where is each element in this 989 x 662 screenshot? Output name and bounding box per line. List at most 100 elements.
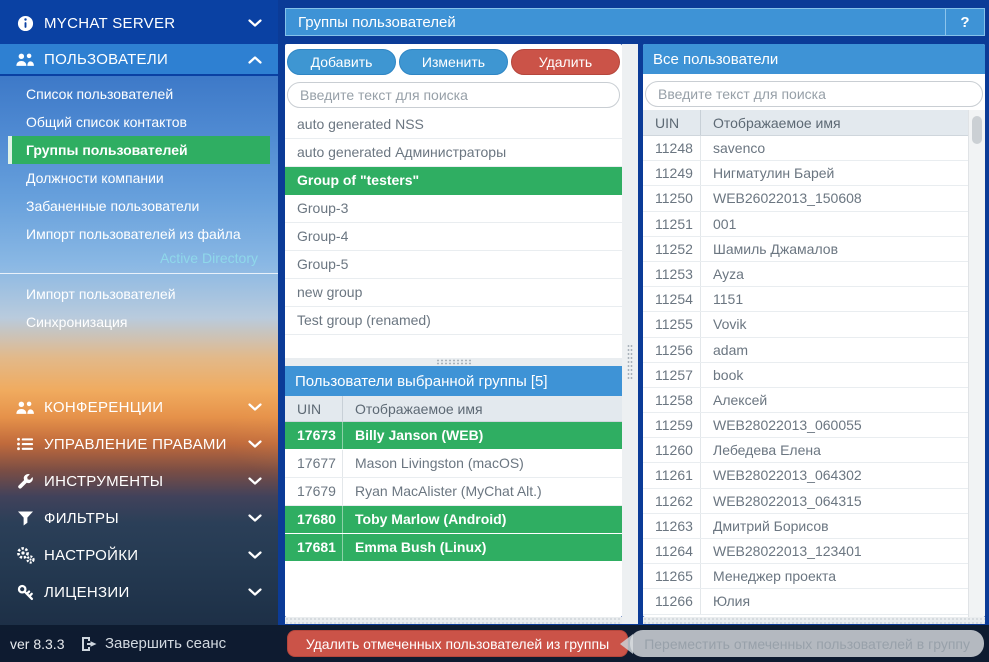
cell-uin: 11248 xyxy=(643,136,701,160)
sidebar-menu-item[interactable]: Общий список контактов xyxy=(0,108,278,136)
resize-strip[interactable] xyxy=(285,617,622,624)
resize-strip[interactable] xyxy=(643,617,985,624)
key-icon xyxy=(14,584,36,601)
group-list-item[interactable]: Group-3 xyxy=(285,195,622,223)
table-row[interactable]: 11259 WEB28022013_060055 xyxy=(643,413,968,438)
chevron-down-icon xyxy=(248,403,262,412)
table-row[interactable]: 11251 001 xyxy=(643,212,968,237)
table-row[interactable]: 11264 WEB28022013_123401 xyxy=(643,539,968,564)
group-users-header: Пользователи выбранной группы [5] xyxy=(285,366,622,396)
table-row[interactable]: 11250 WEB26022013_150608 xyxy=(643,186,968,211)
table-row[interactable]: 17679 Ryan MacAlister (MyChat Alt.) xyxy=(285,478,622,506)
cell-uin: 11259 xyxy=(643,413,701,437)
chevron-down-icon xyxy=(248,588,262,597)
table-row[interactable]: 11252 Шамиль Джамалов xyxy=(643,237,968,262)
page-title: Группы пользователей xyxy=(286,14,945,31)
remove-users-from-group-button[interactable]: Удалить отмеченных пользователей из груп… xyxy=(287,630,628,657)
group-list-item[interactable]: Group-4 xyxy=(285,223,622,251)
table-row[interactable]: 17677 Mason Livingston (macOS) xyxy=(285,450,622,478)
table-row[interactable]: 11258 Алексей xyxy=(643,388,968,413)
cell-name: WEB28022013_123401 xyxy=(701,539,968,563)
table-row[interactable]: 11265 Менеджер проекта xyxy=(643,564,968,589)
table-row[interactable]: 17681 Emma Bush (Linux) xyxy=(285,534,622,562)
group-list-item[interactable]: new group xyxy=(285,279,622,307)
sidebar-ad-menu: Импорт пользователей Синхронизация xyxy=(0,280,278,336)
panel-filler xyxy=(285,562,622,617)
groups-search-input[interactable] xyxy=(287,82,620,108)
sidebar-menu-item[interactable]: Импорт пользователей xyxy=(0,280,278,308)
all-users-search-input[interactable] xyxy=(645,81,983,107)
delete-group-button[interactable]: Удалить xyxy=(511,49,620,75)
vertical-splitter[interactable] xyxy=(622,44,638,624)
cell-uin: 11266 xyxy=(643,589,701,613)
group-list-item[interactable]: auto generated Администраторы xyxy=(285,139,622,167)
table-header: UIN Отображаемое имя xyxy=(285,396,622,422)
table-row[interactable]: 11260 Лебедева Елена xyxy=(643,438,968,463)
column-header-name[interactable]: Отображаемое имя xyxy=(343,401,622,417)
column-header-uin[interactable]: UIN xyxy=(285,396,343,421)
column-header-uin[interactable]: UIN xyxy=(643,110,701,135)
group-users-table: UIN Отображаемое имя 17673 Billy Janson … xyxy=(285,396,622,562)
chevron-down-icon xyxy=(248,440,262,449)
table-row[interactable]: 11257 book xyxy=(643,363,968,388)
group-list-item[interactable]: Group of "testers" xyxy=(285,167,622,195)
sidebar-item-conferences[interactable]: КОНФЕРЕНЦИИ xyxy=(0,392,278,422)
group-list-item[interactable]: Test group (renamed) xyxy=(285,307,622,335)
sidebar-item-label: НАСТРОЙКИ xyxy=(44,547,248,564)
group-users-rows: 17673 Billy Janson (WEB) 17677 Mason Liv… xyxy=(285,422,622,562)
cell-name: Юлия xyxy=(701,589,968,613)
sidebar-menu-item[interactable]: Должности компании xyxy=(0,164,278,192)
table-row[interactable]: 17673 Billy Janson (WEB) xyxy=(285,422,622,450)
sidebar-menu-item[interactable]: Список пользователей xyxy=(0,80,278,108)
cell-name: WEB28022013_060055 xyxy=(701,413,968,437)
sidebar-item-mychat-server[interactable]: MYCHAT SERVER xyxy=(0,6,278,40)
table-row[interactable]: 11262 WEB28022013_064315 xyxy=(643,489,968,514)
sidebar-menu-item[interactable]: Забаненные пользователи xyxy=(0,192,278,220)
cell-name: Шамиль Джамалов xyxy=(701,237,968,261)
logout-button[interactable]: Завершить сеанс xyxy=(80,625,226,662)
sidebar-item-settings[interactable]: НАСТРОЙКИ xyxy=(0,540,278,570)
cell-uin: 11251 xyxy=(643,212,701,236)
sidebar-item-users-section[interactable]: ПОЛЬЗОВАТЕЛИ xyxy=(0,44,278,74)
scrollbar-thumb[interactable] xyxy=(972,116,982,144)
version-label: ver 8.3.3 xyxy=(10,625,64,662)
table-row[interactable]: 11256 adam xyxy=(643,338,968,363)
cell-uin: 17677 xyxy=(285,450,343,477)
table-row[interactable]: 11261 WEB28022013_064302 xyxy=(643,463,968,488)
table-row[interactable]: 11249 Нигматулин Барей xyxy=(643,161,968,186)
table-row[interactable]: 11248 savenco xyxy=(643,136,968,161)
table-row[interactable]: 11263 Дмитрий Борисов xyxy=(643,514,968,539)
help-button[interactable]: ? xyxy=(945,9,984,35)
sidebar-item-rights-management[interactable]: УПРАВЛЕНИЕ ПРАВАМИ xyxy=(0,429,278,459)
horizontal-splitter[interactable] xyxy=(285,358,622,366)
wrench-icon xyxy=(14,473,36,490)
table-row[interactable]: 11253 Ayza xyxy=(643,262,968,287)
group-list-item[interactable]: Group-5 xyxy=(285,251,622,279)
table-row[interactable]: 17680 Toby Marlow (Android) xyxy=(285,506,622,534)
group-list-item[interactable]: auto generated NSS xyxy=(285,111,622,139)
sidebar-item-tools[interactable]: ИНСТРУМЕНТЫ xyxy=(0,466,278,496)
sidebar-menu-item[interactable]: Импорт пользователей из файла xyxy=(0,220,278,248)
cell-uin: 11256 xyxy=(643,338,701,362)
sidebar-item-label: ФИЛЬТРЫ xyxy=(44,510,248,527)
table-row[interactable]: 11266 Юлия xyxy=(643,589,968,614)
cell-uin: 17679 xyxy=(285,478,343,505)
active-directory-label: Active Directory xyxy=(160,250,258,266)
group-list: auto generated NSS auto generated Админи… xyxy=(285,111,622,358)
groups-toolbar: Добавить Изменить Удалить xyxy=(285,44,622,75)
sidebar-item-licenses[interactable]: ЛИЦЕНЗИИ xyxy=(0,577,278,607)
vertical-scrollbar[interactable] xyxy=(968,110,985,617)
sidebar-menu-item[interactable]: Группы пользователей xyxy=(8,136,270,164)
add-group-button[interactable]: Добавить xyxy=(287,49,396,75)
table-row[interactable]: 11255 Vovik xyxy=(643,312,968,337)
sidebar-menu-item[interactable]: Синхронизация xyxy=(0,308,278,336)
column-header-name[interactable]: Отображаемое имя xyxy=(701,115,968,131)
cell-uin: 11253 xyxy=(643,262,701,286)
sidebar-item-filters[interactable]: ФИЛЬТРЫ xyxy=(0,503,278,533)
table-row[interactable]: 11254 1151 xyxy=(643,287,968,312)
sidebar-item-label: КОНФЕРЕНЦИИ xyxy=(44,399,248,416)
cell-name: Mason Livingston (macOS) xyxy=(343,450,622,477)
sidebar-users-menu: Список пользователей Общий список контак… xyxy=(0,80,278,248)
move-users-to-group-button[interactable]: Переместить отмеченных пользователей в г… xyxy=(630,630,984,657)
edit-group-button[interactable]: Изменить xyxy=(399,49,508,75)
